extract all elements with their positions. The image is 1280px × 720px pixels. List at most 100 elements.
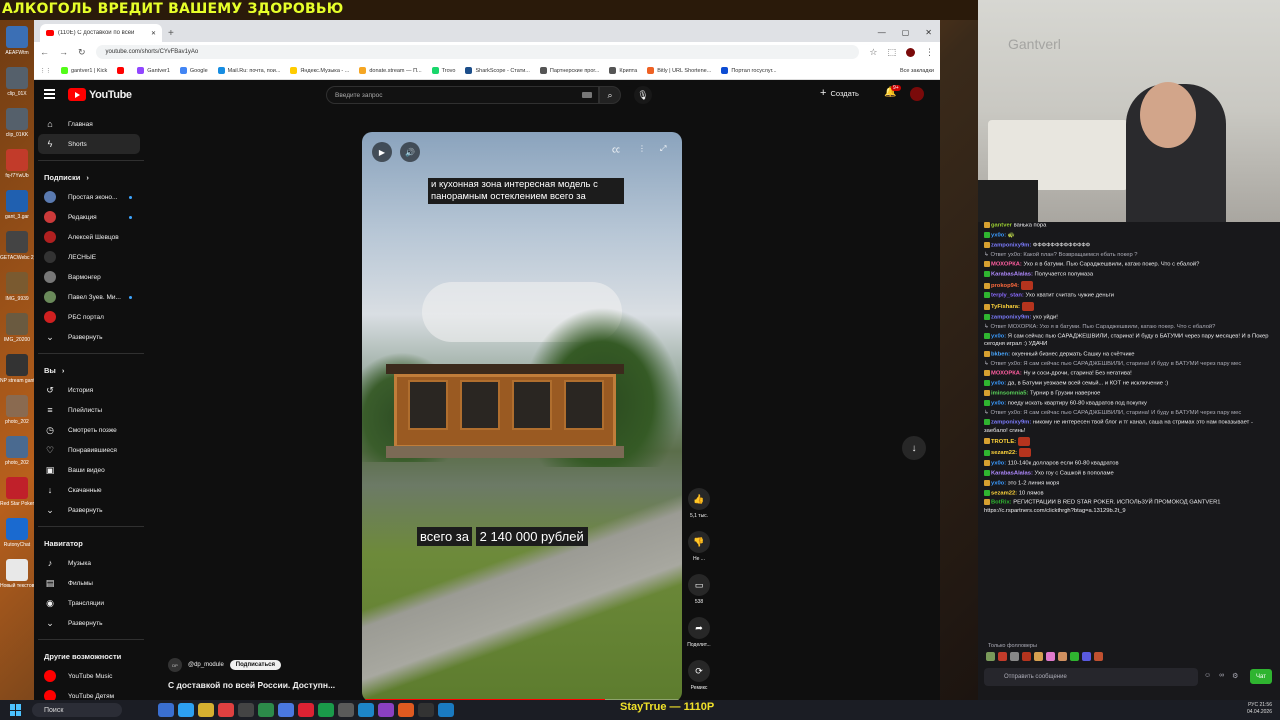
sidebar-item-nav[interactable]: ◉ Трансляции [34, 593, 146, 613]
bookmark-item[interactable] [117, 67, 127, 74]
chat-username[interactable]: zamponixy9m: [991, 420, 1031, 426]
bookmark-item[interactable]: Партнерские прог... [539, 67, 599, 74]
desktop-shortcut[interactable]: gant_3.gar [0, 186, 34, 227]
bookmark-item[interactable]: Google [179, 67, 208, 74]
remix-action[interactable]: ⟳ Ремикс [684, 660, 714, 691]
emote-icon[interactable] [1034, 652, 1043, 661]
close-icon[interactable]: ✕ [151, 30, 156, 37]
dislike-action[interactable]: 👎 Не ... [684, 531, 714, 562]
next-short-button[interactable]: ↓ [902, 436, 926, 460]
chat-username[interactable]: yx0o: [991, 381, 1006, 387]
channel-avatar[interactable]: DP [168, 658, 182, 672]
taskbar-app-icon[interactable] [398, 703, 414, 717]
taskbar-app-icon[interactable] [178, 703, 194, 717]
chat-username[interactable]: sezam22: [991, 490, 1017, 496]
chat-username[interactable]: TROTLE: [991, 439, 1016, 445]
taskbar-app-icon[interactable] [278, 703, 294, 717]
profile-icon[interactable] [906, 47, 915, 57]
maximize-icon[interactable]: ▢ [902, 28, 910, 37]
chat-input[interactable]: Отправить сообщение [984, 668, 1198, 686]
taskbar-search[interactable]: Поиск [32, 703, 122, 717]
tray-date[interactable]: 04.04.2026 [1247, 709, 1272, 715]
sidebar-subscriptions-header[interactable]: Подписки › [34, 167, 146, 187]
chat-username[interactable]: prokop94: [991, 283, 1019, 289]
subscribe-button[interactable]: Подписаться [229, 660, 282, 670]
desktop-shortcut[interactable]: Новый текстовый [0, 555, 34, 596]
taskbar-app-icon[interactable] [438, 703, 454, 717]
dislike-icon[interactable]: 👎 [688, 531, 710, 553]
tray-language[interactable]: РУС [1248, 702, 1258, 708]
taskbar-app-icon[interactable] [258, 703, 274, 717]
sidebar-expand-subscriptions[interactable]: ⌄ Развернуть [34, 327, 146, 347]
chat-username[interactable]: yx0o: [991, 480, 1006, 486]
bookmark-item[interactable]: gantver1 | Kick [61, 67, 107, 74]
shorts-player[interactable]: ▶ 🔊 ㏄ ⋮ ⤢ и кухонная зона интересная мод… [362, 132, 682, 702]
desktop-shortcut[interactable]: IMG_20200 [0, 309, 34, 350]
sidebar-item-shorts[interactable]: ϟ Shorts [38, 134, 140, 154]
desktop-shortcut[interactable]: NP stream gantver1 [0, 350, 34, 391]
like-icon[interactable]: 👍 [688, 488, 710, 510]
channel-name[interactable]: @dp_module [188, 662, 224, 668]
start-windows-icon[interactable] [10, 704, 22, 716]
chat-username[interactable]: TyFishara: [991, 304, 1020, 310]
bookmark-item[interactable]: Mail.Ru: почта, пои... [217, 67, 280, 74]
emote-icon[interactable] [1010, 652, 1019, 661]
chat-username[interactable]: yx0o: [991, 460, 1006, 466]
chat-username[interactable]: yx0o: [991, 232, 1006, 238]
sidebar-subscription[interactable]: Алексей Шевцов [34, 227, 146, 247]
new-tab-button[interactable]: + [168, 28, 174, 39]
keyboard-icon[interactable] [582, 92, 592, 98]
url-field[interactable]: youtube.com/shorts/CYvFBav1yAo [95, 45, 860, 59]
back-icon[interactable]: ← [40, 47, 49, 57]
desktop-shortcut[interactable]: photo_202 [0, 391, 34, 432]
chat-send-button[interactable]: Чат [1250, 669, 1272, 684]
sidebar-item-you[interactable]: ▣ Ваши видео [34, 460, 146, 480]
more-options-icon[interactable]: ⋮ [638, 144, 646, 153]
sidebar-item-more[interactable]: YouTube Music [34, 666, 146, 686]
close-window-icon[interactable]: ✕ [925, 28, 932, 37]
apps-icon[interactable]: ⋮⋮ [40, 68, 51, 74]
emote-icon[interactable] [986, 652, 995, 661]
chat-username[interactable]: yx0o: [991, 400, 1006, 406]
taskbar-app-icon[interactable] [318, 703, 334, 717]
reload-icon[interactable]: ↻ [78, 47, 86, 58]
chat-username[interactable]: terply_stan: [991, 293, 1024, 299]
sidebar-subscription[interactable]: Павел Зуев. Ми... [34, 287, 146, 307]
desktop-shortcut[interactable]: photo_202 [0, 432, 34, 473]
bookmark-item[interactable]: Bitly | URL Shortene... [647, 67, 711, 74]
remix-icon[interactable]: ⟳ [688, 660, 710, 682]
desktop-shortcut[interactable]: clip_01KK [0, 104, 34, 145]
emote-icon[interactable] [1046, 652, 1055, 661]
chat-username[interactable]: МОХОРКА: [991, 371, 1022, 377]
desktop-shortcut[interactable]: fq-f7YwUb [0, 145, 34, 186]
desktop-shortcut[interactable]: RutonyChat [0, 514, 34, 555]
bookmark-item[interactable]: Яндекс.Музыка - ... [290, 67, 349, 74]
emote-icon[interactable] [1094, 652, 1103, 661]
chat-username[interactable]: yx0o: [991, 334, 1006, 340]
taskbar-app-icon[interactable] [218, 703, 234, 717]
desktop-shortcut[interactable]: AEAFWtm [0, 22, 34, 63]
desktop-shortcut[interactable]: clip_01X [0, 63, 34, 104]
sidebar-subscription[interactable]: РБС портал [34, 307, 146, 327]
sidebar-item-you[interactable]: ♡ Понравившиеся [34, 440, 146, 460]
chat-username[interactable]: zamponixy9m: [991, 242, 1031, 248]
taskbar-app-icon[interactable] [358, 703, 374, 717]
chat-username[interactable]: gantver [991, 223, 1012, 229]
points-icon[interactable]: ∞ [1219, 672, 1224, 680]
account-avatar[interactable] [910, 87, 924, 101]
bookmark-star-icon[interactable]: ☆ [869, 47, 877, 58]
taskbar-app-icon[interactable] [378, 703, 394, 717]
emote-picker-icon[interactable]: ☺ [1204, 672, 1211, 680]
share-action[interactable]: ➦ Поделит... [684, 617, 714, 648]
menu-hamburger-icon[interactable] [44, 89, 55, 101]
taskbar-app-icon[interactable] [198, 703, 214, 717]
chat-username[interactable]: BotRix: [991, 500, 1012, 506]
sidebar-item-nav[interactable]: ▤ Фильмы [34, 573, 146, 593]
youtube-logo[interactable]: YouTube [68, 88, 132, 101]
sidebar-item-nav[interactable]: ♪ Музыка [34, 553, 146, 573]
chat-username[interactable]: iminsomnia5: [991, 390, 1028, 396]
sidebar-subscription[interactable]: ЛЕСНЫЕ [34, 247, 146, 267]
desktop-shortcut[interactable]: Red Star Poker [0, 473, 34, 514]
chat-username[interactable]: KarabasAlalas: [991, 470, 1033, 476]
all-bookmarks[interactable]: Все закладки [900, 68, 940, 74]
